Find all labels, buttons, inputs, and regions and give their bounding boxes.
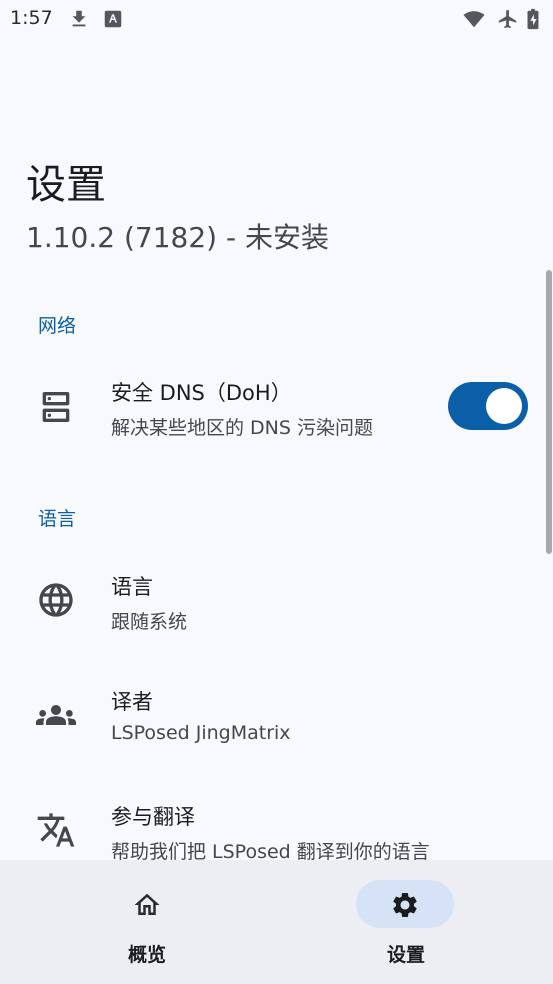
- font-icon: [102, 8, 124, 30]
- translators-item[interactable]: 译者 LSPosed JingMatrix: [0, 665, 553, 765]
- language-summary: 跟随系统: [111, 611, 188, 633]
- contribute-translation-title: 参与翻译: [111, 805, 195, 829]
- battery-icon: [525, 8, 541, 30]
- translators-title: 译者: [111, 690, 153, 714]
- language-setting-item[interactable]: 语言 跟随系统: [0, 550, 553, 650]
- groups-icon: [36, 695, 76, 735]
- airplane-icon: [497, 8, 519, 30]
- nav-label-overview: 概览: [128, 944, 167, 966]
- dns-icon: [36, 387, 76, 427]
- status-bar: 1:57: [0, 0, 553, 38]
- translate-icon: [36, 810, 76, 850]
- version-subtitle: 1.10.2 (7182) - 未安装: [26, 221, 329, 254]
- translators-summary: LSPosed JingMatrix: [111, 722, 291, 744]
- doh-title: 安全 DNS（DoH）: [111, 381, 292, 405]
- wifi-icon: [463, 8, 485, 30]
- download-icon: [68, 8, 90, 30]
- bottom-navigation: [0, 860, 553, 984]
- language-title: 语言: [111, 575, 153, 599]
- section-header-network: 网络: [38, 315, 77, 337]
- nav-label-settings: 设置: [387, 944, 426, 966]
- page-title: 设置: [26, 162, 106, 208]
- home-icon: [132, 890, 162, 920]
- settings-screen: 1:57 设置 1.10.2 (7182) - 未安装 网络 安全 DNS（Do…: [0, 0, 553, 984]
- doh-summary: 解决某些地区的 DNS 污染问题: [111, 417, 373, 439]
- doh-toggle[interactable]: [448, 382, 528, 430]
- status-time: 1:57: [10, 7, 53, 29]
- section-header-language: 语言: [38, 508, 77, 530]
- globe-icon: [36, 580, 76, 620]
- toggle-thumb: [486, 388, 522, 424]
- gear-icon: [390, 890, 420, 920]
